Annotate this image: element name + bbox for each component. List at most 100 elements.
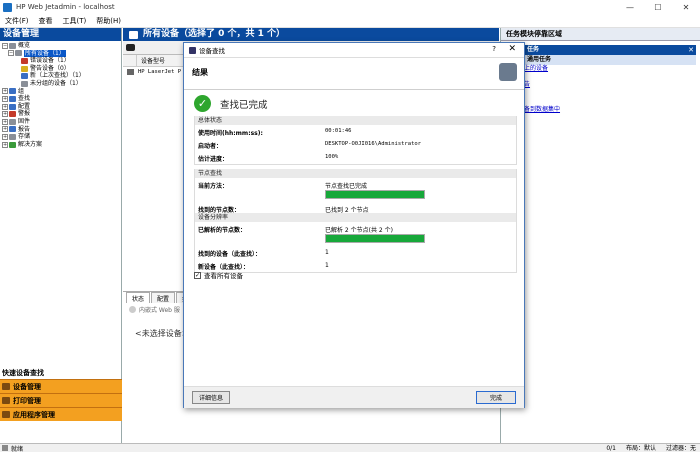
completion-text: 查找已完成 <box>220 99 268 111</box>
row-label: 启动者： <box>198 143 223 150</box>
tree-node[interactable]: 新（上次查找）（1） <box>2 72 121 80</box>
tab-config[interactable]: 配置 <box>151 292 176 303</box>
tree-node[interactable]: + 固件 <box>2 118 121 126</box>
completion-row: ✓ 查找已完成 <box>194 95 268 112</box>
maximize-button[interactable]: ☐ <box>644 0 672 14</box>
application-management-icon <box>2 411 10 418</box>
dialog-title-bar: 设备查找 ? ✕ <box>184 43 524 58</box>
dialog-close-icon[interactable]: ✕ <box>508 44 516 54</box>
dialog-icon <box>189 46 196 54</box>
details-button[interactable]: 详细信息 <box>192 391 230 404</box>
tree-node[interactable]: 未分组的设备（1） <box>2 80 121 88</box>
module-label: 应用程序管理 <box>13 410 55 419</box>
row-value: 00:01:46 <box>325 128 352 134</box>
quick-find-label: 快速设备查找 <box>2 369 44 377</box>
dialog-body: ✓ 查找已完成 总体状态 使用时间(hh:mm:ss): 00:01:46 启动者： D… <box>184 90 524 385</box>
row-value: 1 <box>325 249 329 256</box>
tree-node-icon <box>9 42 16 49</box>
task-link[interactable]: 收集 <box>506 98 700 106</box>
view-all-devices-row[interactable]: ✓ 查看所有设备 <box>194 270 243 280</box>
expand-icon[interactable]: + <box>2 126 8 133</box>
row-label: 当前方法： <box>198 183 229 190</box>
progress-fill <box>326 191 424 198</box>
device-discovery-icon <box>499 63 517 81</box>
finish-button[interactable]: 完成 <box>476 391 516 404</box>
module-print-management[interactable]: 打印管理 <box>0 393 122 407</box>
menu-tools[interactable]: 工具(T) <box>58 16 92 26</box>
status-layout: 布局：默认 <box>625 445 656 452</box>
result-title: 结果 <box>192 68 208 77</box>
task-link[interactable]: 设备报告 <box>506 81 700 89</box>
help-icon[interactable]: ? <box>492 45 496 53</box>
expand-icon[interactable]: + <box>2 95 8 102</box>
module-label: 设备管理 <box>13 382 41 391</box>
tree-node-label: 概览 <box>18 42 31 49</box>
minimize-button[interactable]: — <box>616 0 644 14</box>
expand-icon[interactable]: + <box>2 103 8 110</box>
collapse-icon[interactable]: − <box>2 42 8 49</box>
tree-node[interactable]: + 查找 <box>2 95 121 103</box>
row-value: DESKTOP-O0JI016\Administrator <box>325 141 422 147</box>
progress-bar <box>325 190 425 199</box>
tree-node[interactable]: + 解决方案 <box>2 141 121 149</box>
expand-icon[interactable]: + <box>2 111 8 118</box>
menu-bar: 文件(F) 查看 工具(T) 帮助(H) <box>0 14 700 28</box>
left-panel-title: 设备管理 <box>0 28 121 41</box>
task-link[interactable]: 组 <box>506 114 700 122</box>
expand-icon[interactable]: + <box>2 133 8 140</box>
tree-node[interactable]: + 报告 <box>2 126 121 134</box>
menu-view[interactable]: 查看 <box>34 16 58 26</box>
tab-status[interactable]: 状态 <box>126 292 151 303</box>
tree-node-icon <box>9 118 16 125</box>
collapse-icon[interactable]: − <box>8 50 14 57</box>
menu-help[interactable]: 帮助(H) <box>91 16 126 26</box>
center-panel-title: 所有设备（选择了 0 个，共 1 个） <box>143 29 286 39</box>
embedded-web-label: 内嵌式 Web 服 <box>139 307 180 314</box>
tree-node[interactable]: + 存储 <box>2 133 121 141</box>
group-title: 设备分辨率 <box>195 213 516 222</box>
left-panel: 设备管理 − 概览 − 所有设备（1） 错误设备（1） 警告设备（0） 新（上次查找）（1）… <box>0 28 122 443</box>
tree-node-label: 新（上次查找）（1） <box>30 72 85 80</box>
group-row: 当前方法： 节点查找已完成 <box>195 178 516 202</box>
group-row: 启动者： DESKTOP-O0JI016\Administrator <box>195 138 516 151</box>
group-row: 已解析的节点数： 已解析 2 个节点(共 2 个) <box>195 222 516 246</box>
view-all-devices-checkbox[interactable]: ✓ <box>194 271 201 279</box>
task-link[interactable]: 打印机 <box>506 90 700 98</box>
column-icon-header[interactable] <box>123 54 137 67</box>
status-group: 总体状态 使用时间(hh:mm:ss): 00:01:46 启动者： DESKTOP-O… <box>194 116 517 165</box>
progress-fill <box>326 235 424 242</box>
tree-node[interactable]: − 概览 <box>2 42 121 50</box>
column-device-model[interactable]: 设备型号 <box>137 56 165 65</box>
task-link[interactable]: 在网络上的设备 <box>506 65 700 73</box>
expand-icon[interactable]: + <box>2 118 8 125</box>
tasks-header-label: 任务 <box>527 46 540 53</box>
task-link[interactable]: 设备 <box>506 73 700 81</box>
expand-icon[interactable]: + <box>2 88 8 95</box>
dialog-footer: 详细信息 完成 <box>184 386 524 408</box>
status-group: 节点查找 当前方法： 节点查找已完成 找到的节点数： 已找到 2 个节点 <box>194 169 517 216</box>
row-value: 已解析 2 个节点(共 2 个) <box>325 227 393 234</box>
expand-icon[interactable]: + <box>2 141 8 148</box>
row-label: 使用时间(hh:mm:ss): <box>198 130 263 137</box>
close-icon[interactable]: ✕ <box>688 45 694 55</box>
module-application-management[interactable]: 应用程序管理 <box>0 407 122 421</box>
binoculars-icon[interactable] <box>126 44 135 51</box>
task-link[interactable]: 部分设备到数据集中 <box>506 106 700 114</box>
tree-node-icon <box>9 88 16 95</box>
group-row: 新设备（此查找）： 1 <box>195 259 516 272</box>
close-button[interactable]: ✕ <box>672 0 700 14</box>
module-device-management[interactable]: 设备管理 <box>0 379 122 393</box>
module-label: 打印管理 <box>13 396 41 405</box>
tree-node[interactable]: 错误设备（1） <box>2 57 121 65</box>
tree-node[interactable]: + 警报 <box>2 110 121 118</box>
tree-node-label: 查找 <box>18 95 31 103</box>
row-value: 100% <box>325 154 339 160</box>
row-value: 节点查找已完成 <box>325 183 368 190</box>
common-tasks-header: 通用任务 <box>505 55 696 65</box>
dialog-header: 结果 <box>184 58 524 90</box>
tree-node-icon <box>9 133 16 140</box>
group-row: 找到的设备（此查找）： 1 <box>195 246 516 259</box>
tree-node-icon <box>9 95 16 102</box>
menu-file[interactable]: 文件(F) <box>0 16 34 26</box>
status-filter: 过滤器：无 <box>665 445 696 452</box>
